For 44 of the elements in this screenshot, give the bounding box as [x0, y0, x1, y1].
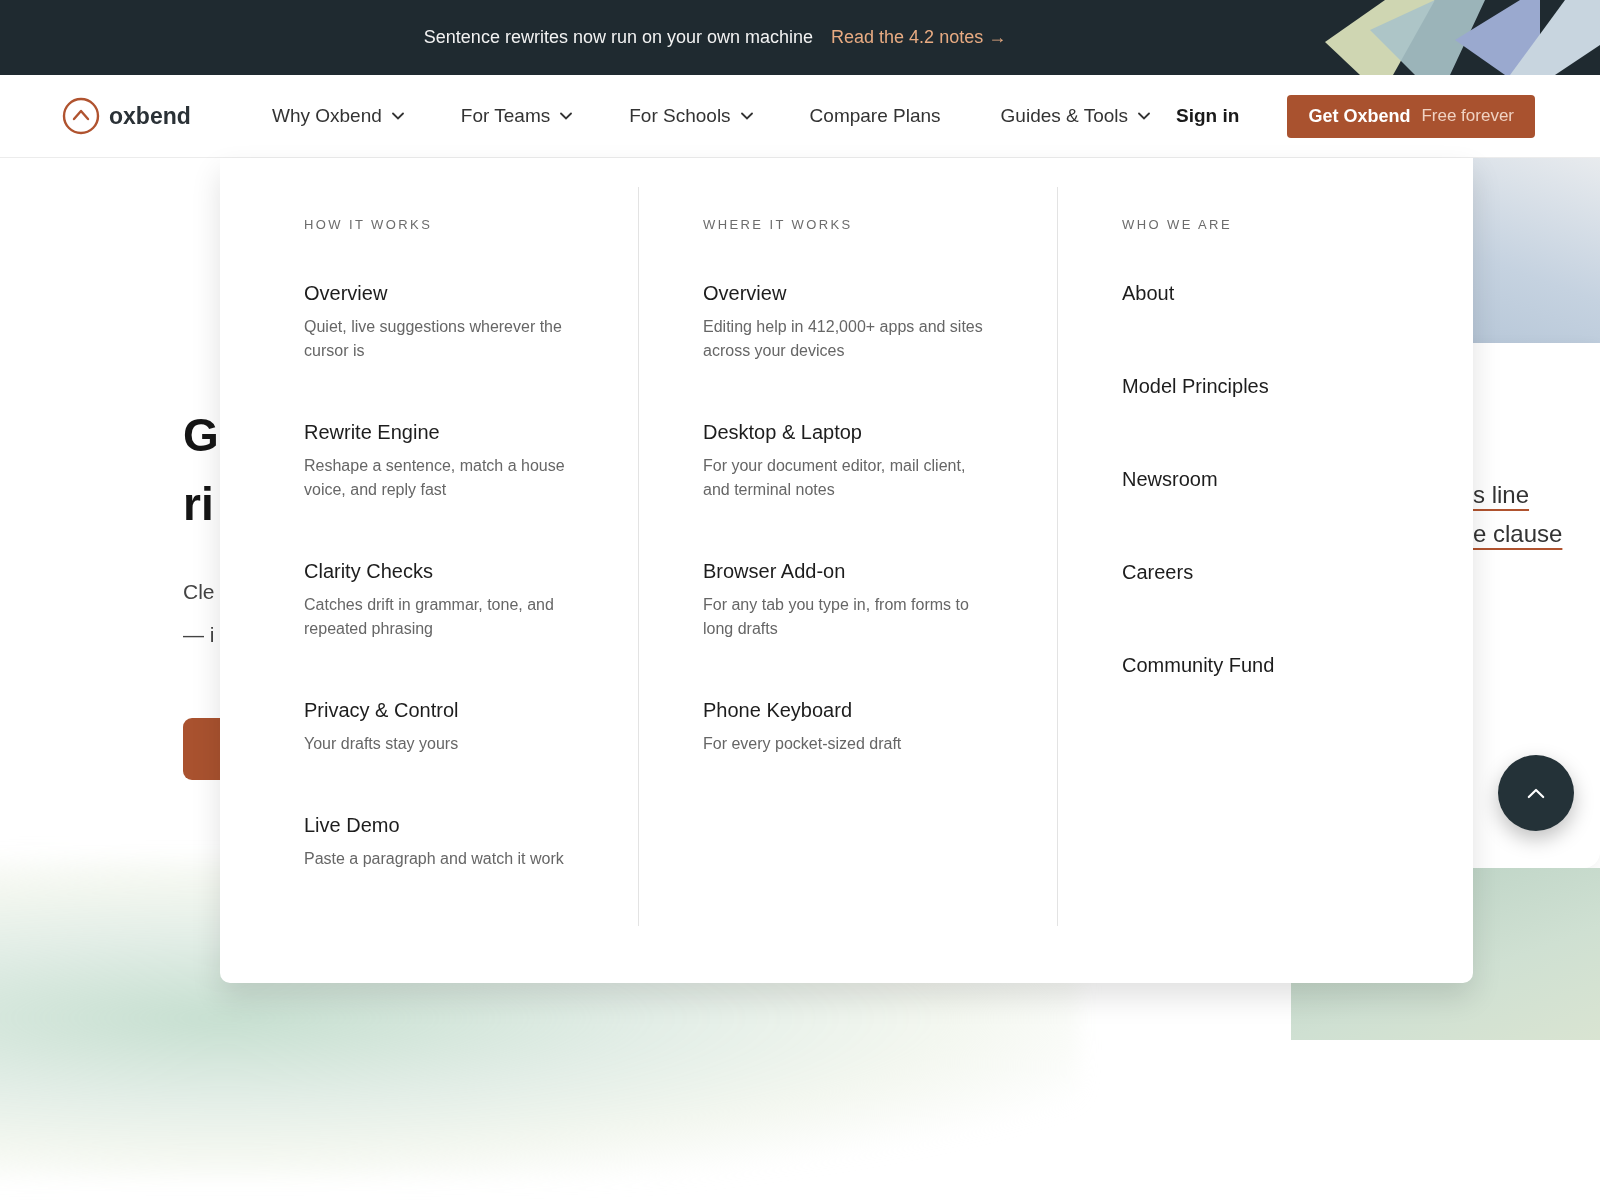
menu-link[interactable]: Rewrite Engine: [304, 418, 440, 446]
section-heading: WHERE IT WORKS: [703, 216, 854, 234]
menu-link-description: For every pocket-sized draft: [703, 734, 903, 754]
brand-name: oxbend: [109, 102, 191, 130]
menu-link[interactable]: Community Fund: [1122, 651, 1275, 679]
release-notes-link[interactable]: Read the 4.2 notes →: [831, 27, 1007, 48]
nav-menu-item[interactable]: Guides & Tools: [1000, 97, 1150, 135]
menu-link[interactable]: Careers: [1122, 558, 1194, 586]
menu-link[interactable]: Clarity Checks: [304, 557, 433, 585]
menu-link[interactable]: Live Demo: [304, 811, 400, 839]
logo-icon: [62, 97, 100, 135]
suggestion-link[interactable]: s line: [1473, 475, 1530, 514]
hero-subtitle: Cle: [183, 579, 215, 605]
sign-in-link[interactable]: Sign in: [1176, 105, 1240, 127]
menu-link[interactable]: Newsroom: [1122, 465, 1218, 493]
get-started-button[interactable]: Get Oxbend Free forever: [1287, 94, 1535, 138]
nav-menu-item[interactable]: For Schools: [629, 97, 753, 135]
menu-link-description: Paste a paragraph and watch it work: [304, 849, 565, 869]
announcement-text: Sentence rewrites now run on your own machine: [423, 27, 814, 48]
menu-link[interactable]: Overview: [703, 279, 787, 307]
menu-link-description: Editing help in 412,000+ apps and sites across your devices: [703, 317, 984, 361]
menu-link[interactable]: Browser Add-on: [703, 557, 846, 585]
caret-up-icon: [1527, 787, 1545, 799]
suggestion-link[interactable]: e clause: [1473, 514, 1563, 553]
menu-link[interactable]: Model Principles: [1122, 372, 1269, 400]
menu-link[interactable]: Privacy & Control: [304, 696, 459, 724]
section-heading: HOW IT WORKS: [304, 216, 434, 234]
menu-link-description: Quiet, live suggestions wherever the cursor is: [304, 317, 563, 361]
nav-menu-item[interactable]: For Teams: [460, 97, 573, 135]
hero-subtitle: — i: [183, 622, 215, 648]
menu-link-description: Catches drift in grammar, tone, and repeated phrasing: [304, 595, 555, 639]
menu-link-description: For your document editor, mail client, and terminal notes: [703, 456, 967, 500]
menu-link[interactable]: Phone Keyboard: [703, 696, 852, 724]
hero-heading: G: [183, 408, 219, 463]
menu-link[interactable]: Desktop & Laptop: [703, 418, 862, 446]
menu-link[interactable]: About: [1122, 279, 1175, 307]
menu-link-description: Your drafts stay yours: [304, 734, 460, 754]
hero-heading: ri: [183, 477, 214, 532]
section-heading: WHO WE ARE: [1122, 216, 1233, 234]
nav-menu-item[interactable]: Compare Plans: [809, 97, 941, 135]
menu-link-description: Reshape a sentence, match a house voice, and reply fast: [304, 456, 566, 500]
menu-link-description: For any tab you type in, from forms to long drafts: [703, 595, 970, 639]
menu-link[interactable]: Overview: [304, 279, 388, 307]
nav-menu-item[interactable]: Why Oxbend: [272, 97, 404, 135]
